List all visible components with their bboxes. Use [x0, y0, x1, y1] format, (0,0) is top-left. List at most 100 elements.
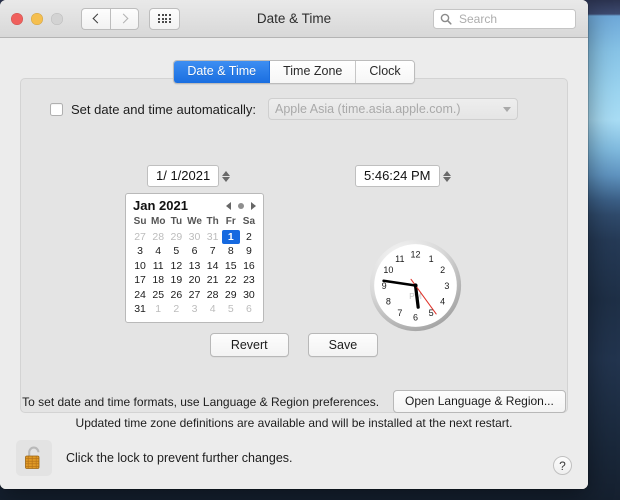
calendar-day[interactable]: 20	[185, 273, 203, 288]
calendar-day[interactable]: 29	[222, 288, 240, 303]
tab-date-time[interactable]: Date & Time	[174, 61, 271, 83]
revert-button[interactable]: Revert	[209, 333, 289, 357]
calendar-day[interactable]: 13	[185, 259, 203, 274]
clock-numeral: 8	[386, 297, 391, 307]
clock-numeral: 2	[440, 265, 445, 275]
calendar-day[interactable]: 7	[204, 244, 222, 259]
set-automatically-checkbox[interactable]	[50, 102, 63, 116]
show-all-button[interactable]	[149, 7, 180, 30]
calendar-day[interactable]: 30	[240, 288, 258, 303]
previous-month-icon[interactable]	[226, 201, 231, 210]
minimize-button[interactable]	[31, 12, 43, 25]
analog-clock: 121234567891011 PM	[369, 239, 462, 332]
calendar-day[interactable]: 3	[131, 244, 149, 259]
calendar-day[interactable]: 27	[185, 288, 203, 303]
calendar-day[interactable]: 23	[240, 273, 258, 288]
calendar-day[interactable]: 4	[149, 244, 167, 259]
content-panel	[20, 78, 568, 413]
calendar-day[interactable]: 26	[167, 288, 185, 303]
system-preferences-window: Date & Time Date & Time Time Zone Clock …	[0, 0, 588, 489]
calendar-day[interactable]: 22	[222, 273, 240, 288]
tab-clock[interactable]: Clock	[356, 61, 414, 83]
calendar-day[interactable]: 25	[149, 288, 167, 303]
tab-bar: Date & Time Time Zone Clock	[0, 60, 588, 84]
close-button[interactable]	[11, 12, 23, 25]
action-buttons: Revert Save	[0, 333, 588, 357]
clock-numeral: 3	[444, 281, 449, 291]
calendar-day-header: Sa	[242, 216, 256, 227]
time-server-value: Apple Asia (time.asia.apple.com.)	[275, 102, 461, 116]
stepper-up-icon[interactable]	[222, 170, 231, 176]
time-input[interactable]: 5:46:24 PM	[355, 165, 440, 187]
calendar-day[interactable]: 5	[222, 302, 240, 317]
search-icon	[440, 13, 452, 25]
calendar-day[interactable]: 18	[149, 273, 167, 288]
lock-bar: Click the lock to prevent further change…	[0, 427, 588, 489]
calendar-day[interactable]: 31	[131, 302, 149, 317]
calendar-day[interactable]: 6	[185, 244, 203, 259]
calendar-day[interactable]: 28	[204, 288, 222, 303]
calendar-day[interactable]: 17	[131, 273, 149, 288]
back-button[interactable]	[81, 7, 110, 30]
set-automatically-label: Set date and time automatically:	[71, 101, 256, 117]
calendar-day[interactable]: 28	[149, 230, 167, 245]
set-automatically-row: Set date and time automatically: Apple A…	[50, 98, 518, 120]
calendar-day[interactable]: 6	[240, 302, 258, 317]
search-field[interactable]	[433, 9, 576, 29]
calendar-day[interactable]: 30	[185, 230, 203, 245]
lock-message: Click the lock to prevent further change…	[66, 451, 293, 465]
calendar-day[interactable]: 19	[167, 273, 185, 288]
next-month-icon[interactable]	[251, 201, 256, 210]
calendar-day[interactable]: 27	[131, 230, 149, 245]
date-stepper[interactable]	[222, 170, 231, 182]
time-server-dropdown: Apple Asia (time.asia.apple.com.)	[268, 98, 518, 120]
calendar-day[interactable]: 31	[204, 230, 222, 245]
clock-numeral: 4	[440, 297, 445, 307]
open-language-region-button[interactable]: Open Language & Region...	[393, 390, 566, 413]
forward-button	[110, 7, 139, 30]
calendar-widget[interactable]: Jan 2021 Su Mo Tu We Th Fr Sa 27 28 29 30 31 1 2 3 4 5 6 7…	[125, 193, 264, 323]
calendar-day[interactable]: 21	[204, 273, 222, 288]
calendar-day[interactable]: 1	[149, 302, 167, 317]
calendar-day[interactable]: 8	[222, 244, 240, 259]
calendar-day[interactable]: 2	[240, 230, 258, 245]
calendar-day[interactable]: 16	[240, 259, 258, 274]
search-input[interactable]	[457, 11, 567, 27]
clock-center-cap	[413, 283, 418, 288]
today-dot-icon[interactable]	[238, 202, 244, 209]
calendar-day[interactable]: 11	[149, 259, 167, 274]
tab-time-zone[interactable]: Time Zone	[270, 61, 357, 83]
help-button[interactable]: ?	[553, 456, 572, 475]
window-body: Date & Time Time Zone Clock Set date and…	[0, 38, 588, 489]
chevron-down-icon	[503, 106, 511, 112]
calendar-day[interactable]: 9	[240, 244, 258, 259]
calendar-day[interactable]: 12	[167, 259, 185, 274]
calendar-day[interactable]: 24	[131, 288, 149, 303]
time-field-group: 5:46:24 PM	[355, 165, 451, 187]
calendar-day[interactable]: 15	[222, 259, 240, 274]
calendar-day[interactable]: 3	[185, 302, 203, 317]
calendar-header: Jan 2021	[131, 198, 258, 215]
clock-numeral: 12	[410, 250, 420, 260]
stepper-down-icon[interactable]	[442, 176, 451, 182]
calendar-day[interactable]: 4	[204, 302, 222, 317]
calendar-day[interactable]: 29	[167, 230, 185, 245]
stepper-down-icon[interactable]	[222, 176, 231, 182]
calendar-day-header: Su	[133, 216, 147, 227]
calendar-day-header: Th	[206, 216, 219, 227]
save-button[interactable]: Save	[307, 333, 379, 357]
time-stepper[interactable]	[442, 170, 451, 182]
calendar-day-selected[interactable]: 1	[221, 229, 240, 244]
calendar-day[interactable]: 5	[167, 244, 185, 259]
calendar-day-header: Fr	[225, 216, 236, 227]
lock-button[interactable]	[16, 440, 52, 476]
clock-numeral: 1	[429, 254, 434, 264]
calendar-day[interactable]: 14	[204, 259, 222, 274]
calendar-day[interactable]: 10	[131, 259, 149, 274]
navigation-buttons	[81, 7, 139, 30]
calendar-day[interactable]: 2	[167, 302, 185, 317]
stepper-up-icon[interactable]	[442, 170, 451, 176]
clock-numeral: 11	[395, 254, 404, 264]
formats-note-row: To set date and time formats, use Langua…	[0, 390, 588, 413]
date-input[interactable]: 1/ 1/2021	[147, 165, 220, 187]
